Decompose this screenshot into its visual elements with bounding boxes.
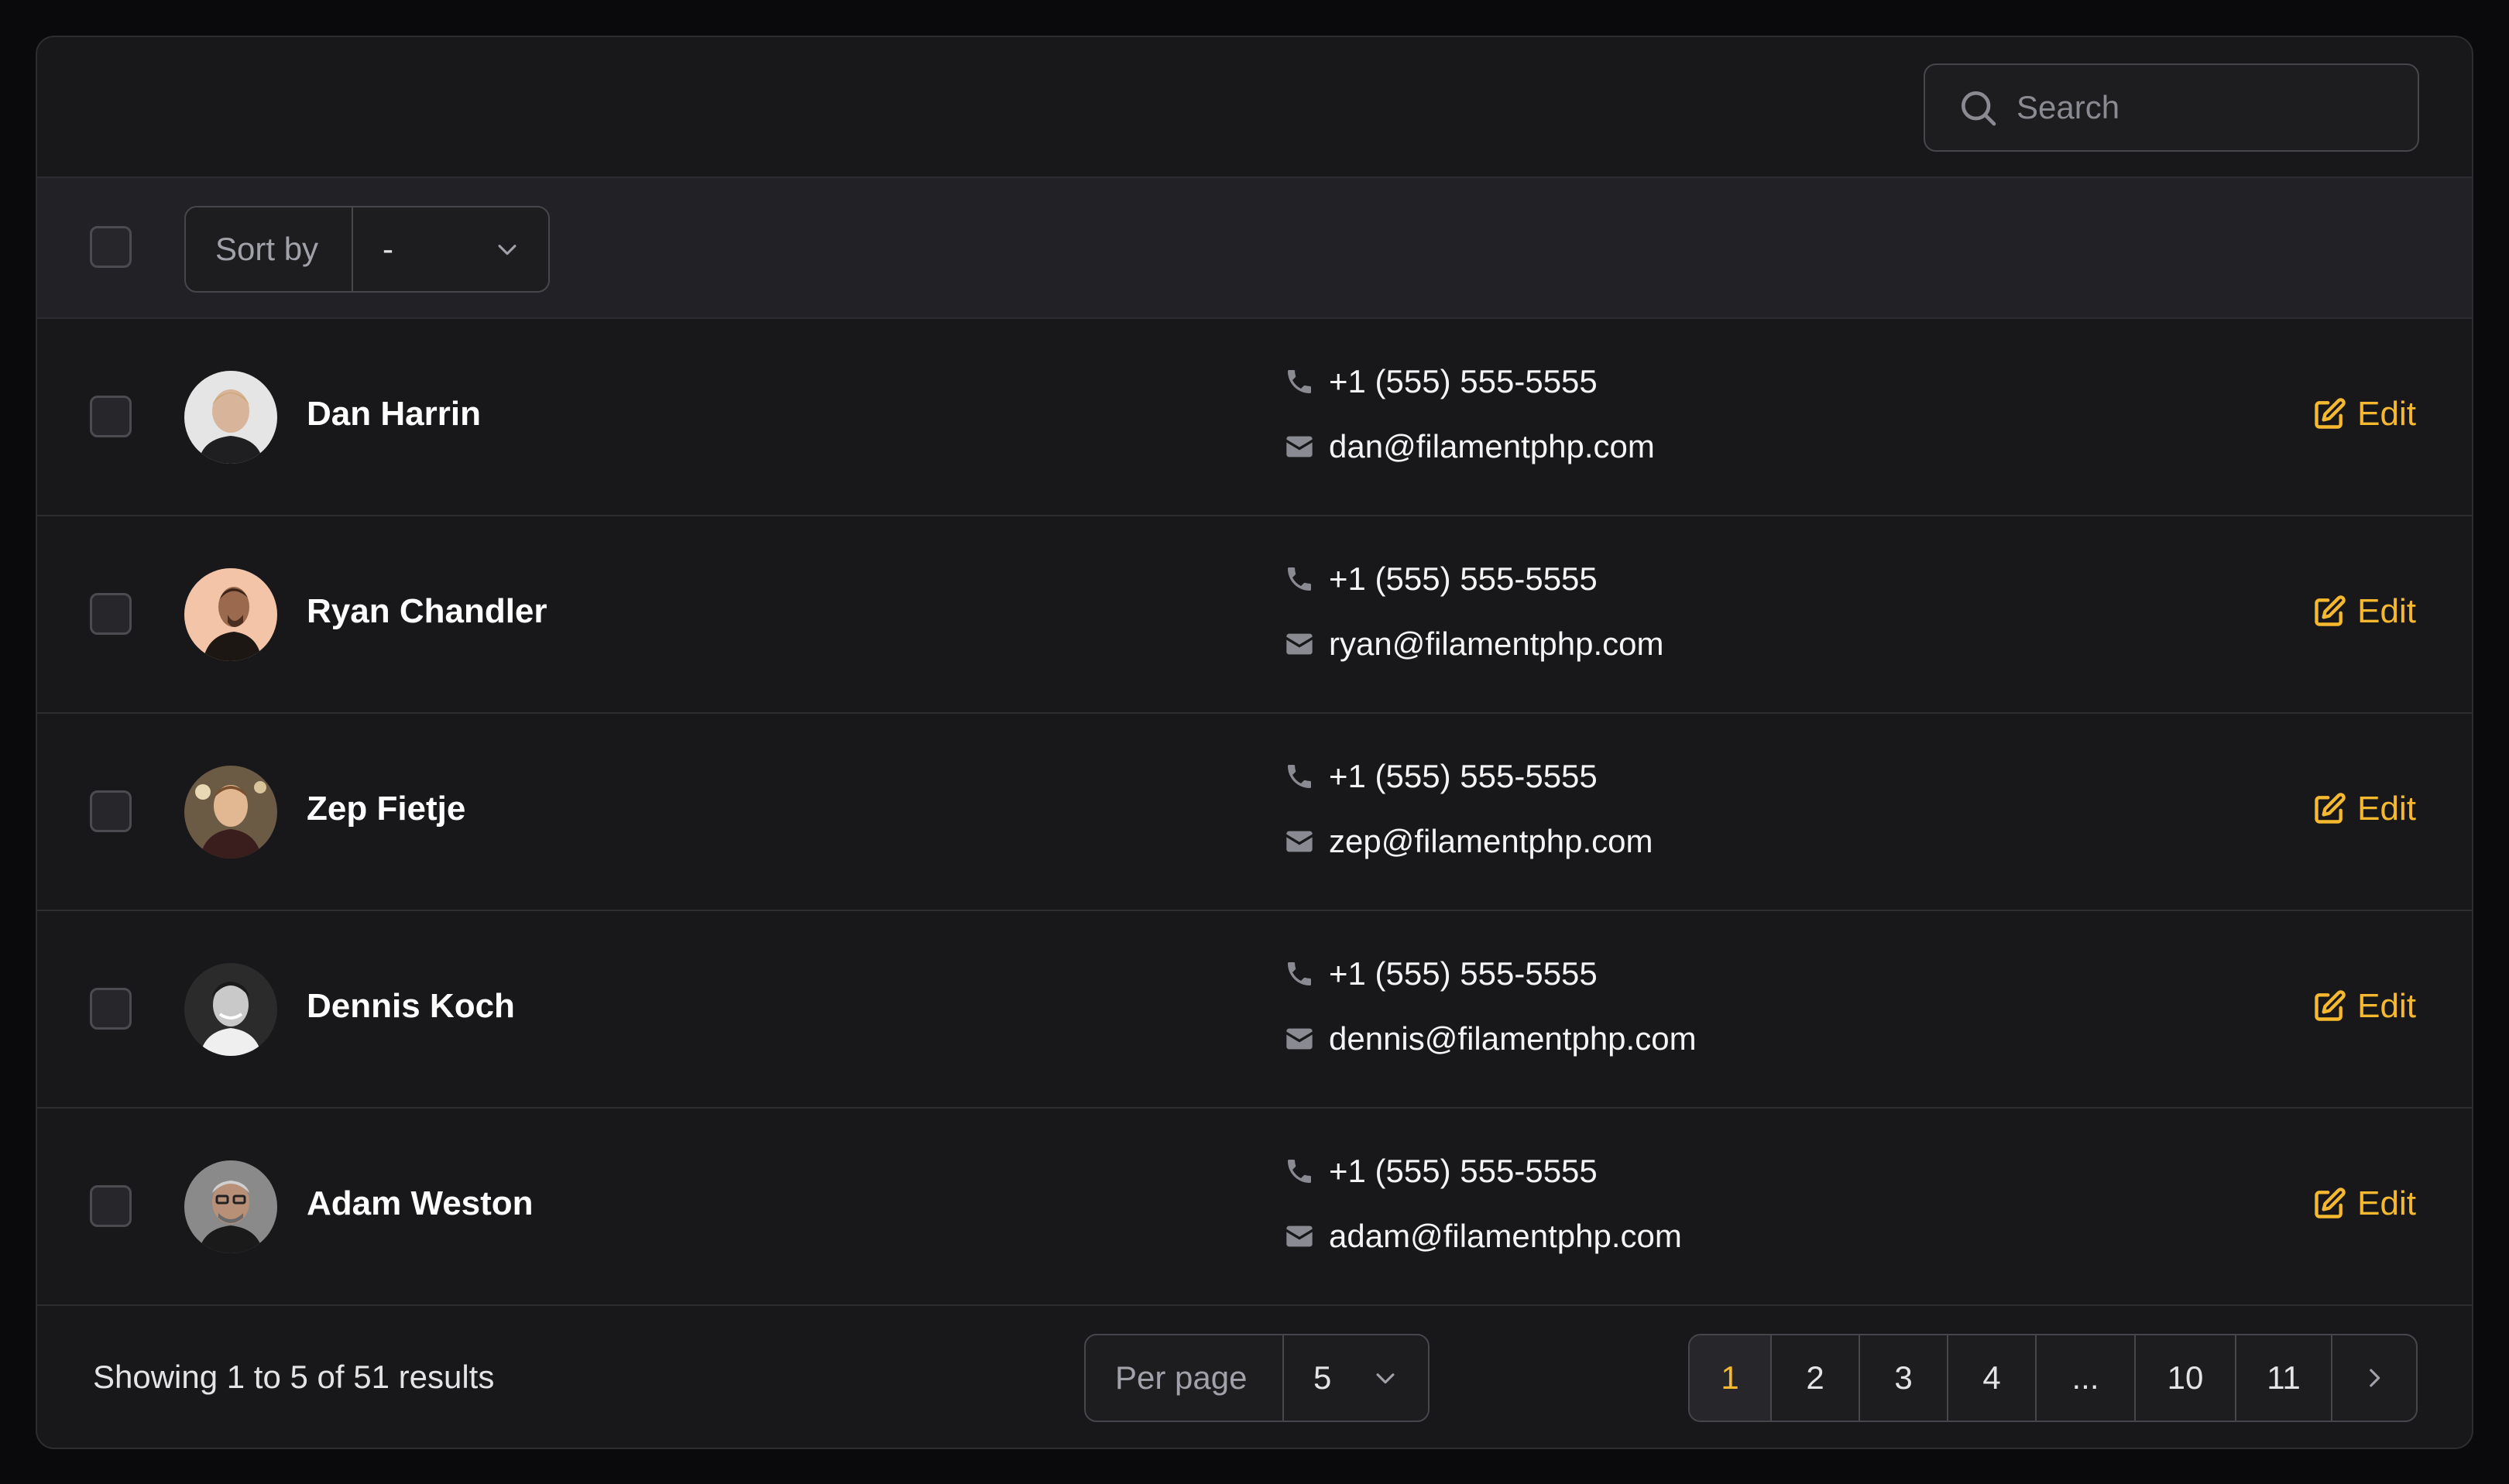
user-name: Dan Harrin	[307, 395, 481, 433]
avatar	[184, 963, 277, 1056]
edit-button[interactable]: Edit	[2312, 1184, 2416, 1223]
table-row: Ryan Chandler +1 (555) 555-5555 ryan@fil…	[37, 516, 2472, 714]
table-body: Dan Harrin +1 (555) 555-5555 dan@filamen…	[37, 319, 2472, 1306]
table-row: Dan Harrin +1 (555) 555-5555 dan@filamen…	[37, 319, 2472, 516]
chevron-down-icon	[1376, 1373, 1395, 1384]
user-name: Ryan Chandler	[307, 592, 547, 630]
search-field[interactable]	[1924, 63, 2419, 152]
page-button-2[interactable]: 2	[1772, 1335, 1860, 1421]
edit-button[interactable]: Edit	[2312, 987, 2416, 1026]
avatar	[184, 766, 277, 859]
user-name: Zep Fietje	[307, 790, 466, 828]
per-page-dropdown[interactable]: 5	[1284, 1359, 1428, 1397]
per-page-select[interactable]: Per page 5	[1084, 1334, 1430, 1422]
envelope-icon	[1286, 1028, 1313, 1050]
email-address: dennis@filamentphp.com	[1329, 1020, 1697, 1057]
edit-label: Edit	[2357, 790, 2416, 828]
edit-label: Edit	[2357, 592, 2416, 630]
user-name: Adam Weston	[307, 1184, 534, 1222]
user-name: Dennis Koch	[307, 987, 515, 1025]
phone-number: +1 (555) 555-5555	[1329, 955, 1598, 992]
per-page-value: 5	[1313, 1359, 1332, 1396]
edit-button[interactable]: Edit	[2312, 395, 2416, 434]
phone-number: +1 (555) 555-5555	[1329, 1153, 1598, 1189]
pencil-square-icon	[2315, 398, 2346, 429]
phone-icon	[1288, 1160, 1311, 1183]
avatar	[184, 568, 277, 661]
row-checkbox[interactable]	[90, 396, 132, 437]
page-button-3[interactable]: 3	[1860, 1335, 1948, 1421]
contact-info: +1 (555) 555-5555 adam@filamentphp.com	[1284, 1149, 1682, 1279]
edit-button[interactable]: Edit	[2312, 790, 2416, 828]
table-row: Adam Weston +1 (555) 555-5555 adam@filam…	[37, 1109, 2472, 1306]
table-footer: Showing 1 to 5 of 51 results Per page 5 …	[37, 1307, 2472, 1448]
phone-number: +1 (555) 555-5555	[1329, 758, 1598, 794]
pencil-square-icon	[2315, 595, 2346, 626]
pagination: 1 2 3 4 ... 10 11	[1688, 1334, 2418, 1422]
table-toolbar: Sort by -	[37, 178, 2472, 319]
row-checkbox[interactable]	[90, 593, 132, 635]
sort-select[interactable]: Sort by -	[184, 206, 550, 293]
email-address: zep@filamentphp.com	[1329, 823, 1653, 859]
pencil-square-icon	[2315, 990, 2346, 1021]
edit-label: Edit	[2357, 987, 2416, 1025]
users-table-card: Sort by - Dan Harrin	[36, 36, 2473, 1449]
edit-label: Edit	[2357, 395, 2416, 433]
page-button-11[interactable]: 11	[2236, 1335, 2332, 1421]
page-button-10[interactable]: 10	[2136, 1335, 2236, 1421]
avatar	[184, 1160, 277, 1253]
email-address: ryan@filamentphp.com	[1329, 625, 1664, 662]
row-checkbox[interactable]	[90, 1185, 132, 1227]
chevron-right-icon	[2370, 1369, 2380, 1387]
contact-info: +1 (555) 555-5555 zep@filamentphp.com	[1284, 754, 1653, 884]
envelope-icon	[1286, 1225, 1313, 1247]
contact-info: +1 (555) 555-5555 ryan@filamentphp.com	[1284, 557, 1664, 687]
sort-value-dropdown[interactable]: -	[353, 231, 548, 268]
envelope-icon	[1286, 633, 1313, 655]
search-input[interactable]	[2016, 89, 2388, 126]
page-ellipsis: ...	[2037, 1335, 2136, 1421]
table-row: Zep Fietje +1 (555) 555-5555 zep@filamen…	[37, 714, 2472, 911]
pencil-square-icon	[2315, 1188, 2346, 1218]
sort-label: Sort by	[186, 207, 353, 291]
phone-icon	[1288, 370, 1311, 393]
row-checkbox[interactable]	[90, 790, 132, 832]
table-header	[37, 37, 2472, 178]
table-row: Dennis Koch +1 (555) 555-5555 dennis@fil…	[37, 911, 2472, 1109]
search-icon	[1962, 91, 1996, 126]
envelope-icon	[1286, 436, 1313, 458]
next-page-button[interactable]	[2332, 1335, 2416, 1421]
edit-button[interactable]: Edit	[2312, 592, 2416, 631]
chevron-down-icon	[498, 245, 517, 255]
edit-label: Edit	[2357, 1184, 2416, 1222]
avatar	[184, 371, 277, 464]
per-page-label: Per page	[1086, 1335, 1284, 1421]
select-all-checkbox[interactable]	[90, 226, 132, 268]
page-button-1[interactable]: 1	[1690, 1335, 1772, 1421]
email-address: adam@filamentphp.com	[1329, 1218, 1682, 1254]
phone-number: +1 (555) 555-5555	[1329, 363, 1598, 399]
phone-icon	[1288, 765, 1311, 788]
envelope-icon	[1286, 831, 1313, 852]
pencil-square-icon	[2315, 793, 2346, 824]
row-checkbox[interactable]	[90, 988, 132, 1030]
contact-info: +1 (555) 555-5555 dan@filamentphp.com	[1284, 359, 1655, 489]
phone-icon	[1288, 567, 1311, 591]
page-button-4[interactable]: 4	[1948, 1335, 2037, 1421]
email-address: dan@filamentphp.com	[1329, 428, 1655, 464]
sort-value: -	[383, 231, 393, 267]
phone-icon	[1288, 962, 1311, 985]
phone-number: +1 (555) 555-5555	[1329, 560, 1598, 597]
results-summary: Showing 1 to 5 of 51 results	[93, 1359, 495, 1395]
contact-info: +1 (555) 555-5555 dennis@filamentphp.com	[1284, 951, 1697, 1081]
